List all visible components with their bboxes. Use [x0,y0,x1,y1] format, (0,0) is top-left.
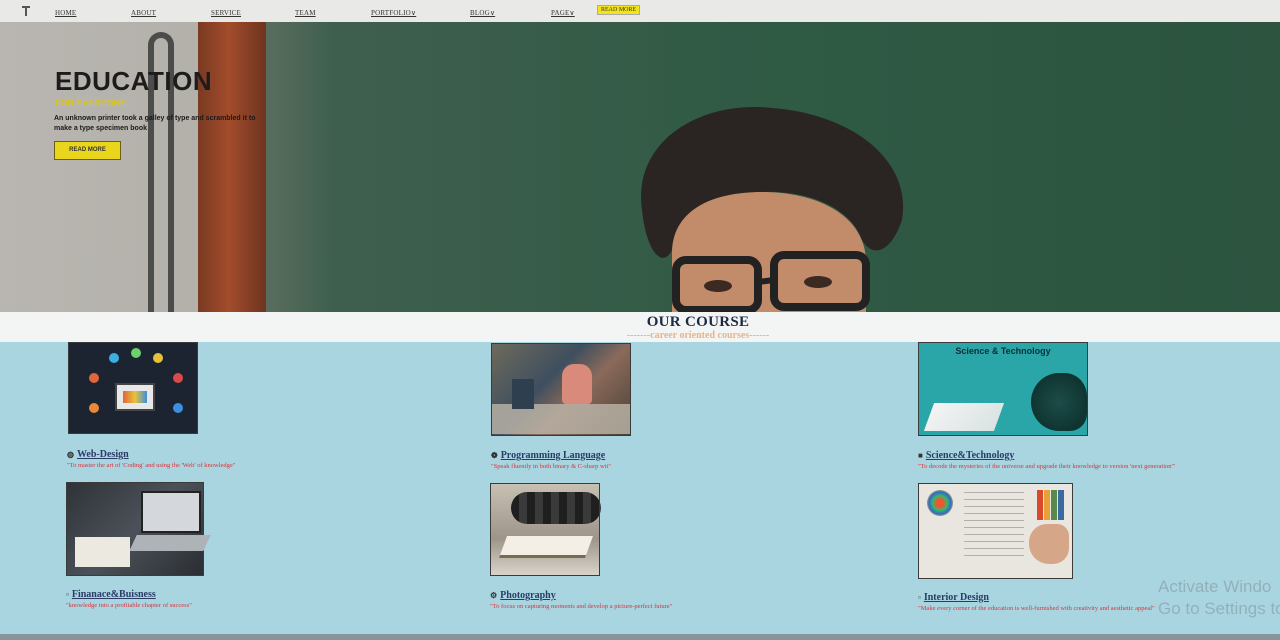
swatch-graphic [1037,490,1043,520]
course-title-finance[interactable]: ▫ Finanace&Buisness [66,589,156,600]
finance-business-image[interactable] [66,482,211,576]
sketch-graphic [964,492,1024,562]
chat-icon: ■ [918,451,923,460]
hero-student-photo [641,106,904,312]
nav-portfolio[interactable]: PORTFOLIO∨ [371,9,416,17]
hand-graphic [1029,524,1069,564]
science-image-caption: Science & Technology [955,346,1051,356]
web-icon-dot [153,353,163,363]
screen-bottom-edge [0,634,1280,640]
camera-icon: ⚙ [490,591,498,600]
ruler-icon: ▫ [918,593,921,602]
code-icon: ❁ [491,451,498,460]
course-desc-interior: "Make every corner of the education is w… [918,605,1155,612]
paper-graphic [75,537,130,567]
activate-windows-watermark: Activate Windo Go to Settings to ac [1158,576,1280,620]
web-design-image[interactable] [68,342,198,434]
web-icon-dot [173,403,183,413]
nav-about[interactable]: ABOUT [131,9,156,17]
course-desc-programming: "Speak fluently in both binary & C-sharp… [491,463,611,470]
watermark-line-1: Activate Windo [1158,577,1272,596]
course-title-science[interactable]: ■ Science&Technology [918,450,1014,461]
course-desc-science: "To decode the mysteries of the universe… [918,463,1176,470]
logo-icon[interactable] [20,4,32,18]
swatch-graphic [1051,490,1057,520]
nav-page[interactable]: PAGE∨ [551,9,575,17]
web-icon-dot [89,403,99,413]
nav-home[interactable]: HOME [55,9,76,17]
nav-read-more-button[interactable]: READ MORE [597,5,641,15]
web-icon-dot [89,373,99,383]
swatch-graphic [1044,490,1050,520]
head-graphic [1031,373,1087,431]
course-section-subtitle: -------career oriented courses------ [626,330,770,341]
hero-description: An unknown printer took a galley of type… [54,115,256,132]
laptop-graphic [141,491,201,533]
course-title-photography[interactable]: ⚙ Photography [490,590,556,601]
person-graphic [512,379,534,409]
course-desc-finance: "knowledge into a profitable chapter of … [66,602,192,609]
course-desc-web-design: "To master the art of 'Coding' and using… [67,462,236,469]
color-palette-graphic [927,490,953,516]
top-navbar: HOME ABOUT SERVICE TEAM PORTFOLIO∨ BLOG∨… [0,0,1280,22]
course-title-programming[interactable]: ❁ Programming Language [491,450,605,461]
course-grid: ◍ Web-Design "To master the art of 'Codin… [0,342,1280,640]
nav-blog[interactable]: BLOG∨ [470,9,495,17]
globe-icon: ◍ [67,450,74,459]
nav-team[interactable]: TEAM [295,9,316,17]
nav-service[interactable]: SERVICE [211,9,241,17]
hero-read-more-button[interactable]: READ MORE [54,141,121,160]
course-title-interior[interactable]: ▫ Interior Design [918,592,989,603]
hero-title: EDUCATION [55,66,213,96]
camera-lens-graphic [511,492,601,524]
hero-subtitle: FOR EVERYONE [55,98,127,108]
photography-image[interactable] [490,483,601,576]
open-book-graphic [498,536,594,558]
chart-icon: ▫ [66,590,69,599]
programming-image[interactable] [491,343,631,436]
web-icon-dot [173,373,183,383]
course-title-web-design[interactable]: ◍ Web-Design [67,449,129,460]
book-graphic [923,403,1005,431]
person-graphic [562,364,592,404]
swatch-graphic [1058,490,1064,520]
science-technology-image[interactable]: Science & Technology [918,342,1088,436]
web-icon-dot [109,353,119,363]
watermark-line-2: Go to Settings to ac [1158,599,1280,618]
course-section-header: OUR COURSE -------career oriented course… [0,312,1280,342]
course-section-title: OUR COURSE [646,314,750,330]
keyboard-graphic [129,535,211,551]
hero-banner: EDUCATION FOR EVERYONE An unknown printe… [0,22,1280,312]
monitor-graphic [115,383,155,411]
web-icon-dot [131,348,141,358]
interior-design-image[interactable] [918,483,1073,579]
course-desc-photography: "To focus on capturing moments and devel… [490,603,673,610]
